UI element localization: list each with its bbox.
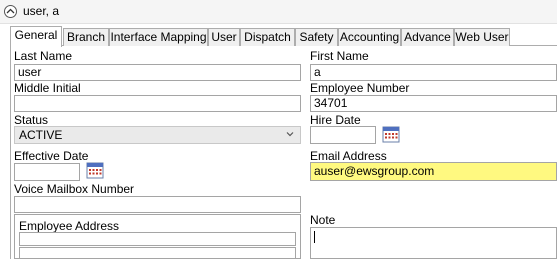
status-label: Status <box>14 113 49 127</box>
status-select[interactable]: ACTIVE <box>14 126 301 144</box>
last-name-field[interactable]: user <box>14 64 301 81</box>
tab-advance[interactable]: Advance <box>401 28 454 46</box>
effective-date-field[interactable] <box>14 163 80 181</box>
chevron-down-icon <box>286 132 294 137</box>
window-title: user, a <box>23 4 60 18</box>
hire-date-field[interactable] <box>310 126 376 144</box>
employee-address-label: Employee Address <box>19 219 120 233</box>
middle-initial-field[interactable] <box>14 95 301 112</box>
calendar-icon[interactable] <box>86 161 104 179</box>
middle-initial-label: Middle Initial <box>14 81 81 95</box>
note-label: Note <box>310 213 336 227</box>
voice-mailbox-field[interactable] <box>14 196 301 213</box>
collapse-button[interactable] <box>4 5 17 18</box>
tab-interface-mapping[interactable]: Interface Mapping <box>109 28 208 46</box>
email-label: Email Address <box>310 149 387 163</box>
effective-date-label: Effective Date <box>14 149 89 163</box>
tab-web-user[interactable]: Web User <box>454 28 510 46</box>
tab-general[interactable]: General <box>10 26 62 47</box>
address-line-1-field[interactable] <box>19 232 296 246</box>
window-header: user, a <box>0 0 557 24</box>
voice-mailbox-label: Voice Mailbox Number <box>14 182 135 196</box>
tab-dispatch[interactable]: Dispatch <box>240 28 295 46</box>
first-name-label: First Name <box>310 49 369 63</box>
note-textarea[interactable] <box>310 227 557 259</box>
tab-safety[interactable]: Safety <box>295 28 338 46</box>
first-name-field[interactable]: a <box>310 64 557 81</box>
calendar-icon[interactable] <box>382 125 400 143</box>
text-caret <box>314 231 315 243</box>
hire-date-label: Hire Date <box>310 113 361 127</box>
last-name-label: Last Name <box>14 49 73 63</box>
status-select-value: ACTIVE <box>19 128 63 142</box>
tab-user[interactable]: User <box>208 28 240 46</box>
employee-number-label: Employee Number <box>310 81 410 95</box>
employee-number-field[interactable]: 34701 <box>310 95 557 112</box>
email-field[interactable]: auser@ewsgroup.com <box>310 162 557 181</box>
tab-accounting[interactable]: Accounting <box>338 28 401 46</box>
chevron-up-icon <box>6 8 15 14</box>
address-line-2-field[interactable] <box>19 247 296 259</box>
tab-strip: General Branch Interface Mapping User Di… <box>10 26 557 47</box>
tab-branch[interactable]: Branch <box>63 28 109 46</box>
